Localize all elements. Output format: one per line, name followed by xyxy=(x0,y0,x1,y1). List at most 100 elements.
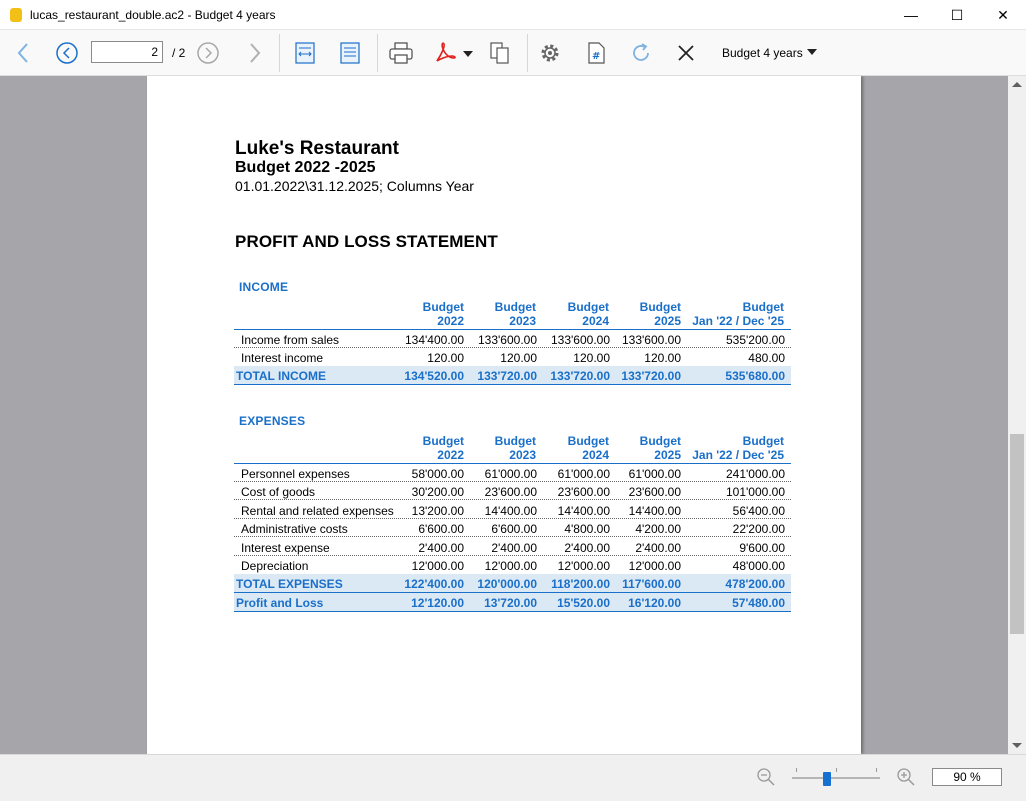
cell-value: 30'200.00 xyxy=(411,485,464,499)
report-subtitle: Budget 2022 -2025 xyxy=(235,159,376,176)
next-page-icon[interactable] xyxy=(194,39,222,67)
total-expenses-row: TOTAL EXPENSES 122'400.00 120'000.00 118… xyxy=(234,574,791,592)
cell-value: 12'120.00 xyxy=(411,596,464,610)
refresh-icon[interactable] xyxy=(627,39,655,67)
row-label: TOTAL INCOME xyxy=(236,369,326,383)
app-logo-icon xyxy=(10,8,22,22)
total-rule xyxy=(234,611,791,612)
cell-value: 22'200.00 xyxy=(732,522,785,536)
row-label: Administrative costs xyxy=(241,522,348,536)
cell-value: 48'000.00 xyxy=(732,559,785,573)
status-bar: 90 % xyxy=(0,754,1026,801)
fit-width-icon[interactable] xyxy=(291,39,319,67)
cell-value: 23'600.00 xyxy=(557,485,610,499)
pdf-dropdown-icon[interactable] xyxy=(463,51,473,57)
cell-value: 13'720.00 xyxy=(484,596,537,610)
cell-value: 101'000.00 xyxy=(725,485,785,499)
cell-value: 57'480.00 xyxy=(732,596,785,610)
fit-page-icon[interactable] xyxy=(336,39,364,67)
cell-value: 118'200.00 xyxy=(551,577,610,591)
row-label: Rental and related expenses xyxy=(241,504,394,518)
zoom-slider-thumb[interactable] xyxy=(823,772,831,786)
table-row: Income from sales 134'400.00 133'600.00 … xyxy=(234,330,791,348)
cell-value: 12'000.00 xyxy=(411,559,464,573)
zoom-slider-track[interactable] xyxy=(792,777,880,779)
copy-icon[interactable] xyxy=(486,39,514,67)
total-income-row: TOTAL INCOME 134'520.00 133'720.00 133'7… xyxy=(234,366,791,384)
profit-and-loss-row: Profit and Loss 12'120.00 13'720.00 15'5… xyxy=(234,593,791,611)
cell-value: 14'400.00 xyxy=(628,504,681,518)
cell-value: 9'600.00 xyxy=(739,541,785,555)
zoom-out-icon[interactable] xyxy=(756,767,776,792)
cell-value: 2'400.00 xyxy=(491,541,537,555)
scrollbar-thumb[interactable] xyxy=(1010,434,1024,634)
prev-page-icon[interactable] xyxy=(53,39,81,67)
maximize-button[interactable]: ☐ xyxy=(934,0,980,30)
cell-value: 120.00 xyxy=(500,351,537,365)
row-label: Income from sales xyxy=(241,333,340,347)
report-selector[interactable]: Budget 4 years xyxy=(722,46,803,60)
table-row: Personnel expenses 58'000.00 61'000.00 6… xyxy=(234,464,791,482)
cell-value: 6'600.00 xyxy=(491,522,537,536)
cell-value: 12'000.00 xyxy=(484,559,537,573)
settings-icon[interactable] xyxy=(536,39,564,67)
back-arrow-icon[interactable] xyxy=(10,39,38,67)
cell-value: 15'520.00 xyxy=(557,596,610,610)
cell-value: 4'800.00 xyxy=(564,522,610,536)
zoom-level-field[interactable]: 90 % xyxy=(932,768,1002,786)
slider-tick xyxy=(836,768,837,772)
close-icon[interactable] xyxy=(672,39,700,67)
cell-value: 12'000.00 xyxy=(628,559,681,573)
pdf-icon[interactable] xyxy=(431,39,459,67)
row-label: Interest income xyxy=(241,351,324,365)
row-label: TOTAL EXPENSES xyxy=(236,577,343,591)
cell-value: 241'000.00 xyxy=(725,467,785,481)
column-header: Budget Jan '22 / Dec '25 xyxy=(692,300,784,328)
cell-value: 120.00 xyxy=(644,351,681,365)
table-row: Interest expense 2'400.00 2'400.00 2'400… xyxy=(234,538,791,556)
cell-value: 478'200.00 xyxy=(725,577,785,591)
cell-value: 2'400.00 xyxy=(635,541,681,555)
income-section-label: INCOME xyxy=(239,280,289,294)
cell-value: 134'400.00 xyxy=(404,333,464,347)
cell-value: 6'600.00 xyxy=(418,522,464,536)
forward-arrow-icon[interactable] xyxy=(240,39,268,67)
page-number-input[interactable]: 2 xyxy=(91,41,163,63)
cell-value: 133'720.00 xyxy=(621,369,681,383)
dropdown-caret-icon[interactable] xyxy=(807,49,817,55)
cell-value: 117'600.00 xyxy=(622,577,681,591)
cell-value: 12'000.00 xyxy=(557,559,610,573)
table-row: Cost of goods 30'200.00 23'600.00 23'600… xyxy=(234,482,791,500)
cell-value: 2'400.00 xyxy=(418,541,464,555)
cell-value: 120.00 xyxy=(427,351,464,365)
close-window-button[interactable]: ✕ xyxy=(980,0,1026,30)
vertical-scrollbar[interactable] xyxy=(1008,76,1026,754)
print-icon[interactable] xyxy=(387,39,415,67)
svg-text:#: # xyxy=(592,51,600,62)
expenses-section-label: EXPENSES xyxy=(239,414,306,428)
title-bar: lucas_restaurant_double.ac2 - Budget 4 y… xyxy=(0,0,1026,30)
document-viewer[interactable]: Luke's Restaurant Budget 2022 -2025 01.0… xyxy=(0,76,1008,754)
cell-value: 14'400.00 xyxy=(557,504,610,518)
toolbar-divider xyxy=(377,34,378,72)
cell-value: 480.00 xyxy=(748,351,785,365)
scroll-up-icon[interactable] xyxy=(1012,82,1022,87)
cell-value: 56'400.00 xyxy=(732,504,785,518)
cell-value: 122'400.00 xyxy=(404,577,464,591)
statement-title: PROFIT AND LOSS STATEMENT xyxy=(235,232,498,251)
minimize-button[interactable]: — xyxy=(888,0,934,30)
row-label: Interest expense xyxy=(241,541,330,555)
page-total-label: / 2 xyxy=(172,46,186,60)
toolbar-divider xyxy=(279,34,280,72)
zoom-in-icon[interactable] xyxy=(896,767,916,792)
cell-value: 535'200.00 xyxy=(725,333,785,347)
scroll-down-icon[interactable] xyxy=(1012,743,1022,748)
cell-value: 13'200.00 xyxy=(411,504,464,518)
cell-value: 535'680.00 xyxy=(725,369,785,383)
report-page: Luke's Restaurant Budget 2022 -2025 01.0… xyxy=(147,76,861,754)
slider-tick xyxy=(876,768,877,772)
row-label: Depreciation xyxy=(241,559,309,573)
page-number-icon[interactable]: # xyxy=(582,39,610,67)
table-row: Administrative costs 6'600.00 6'600.00 4… xyxy=(234,519,791,537)
table-row: Rental and related expenses 13'200.00 14… xyxy=(234,501,791,519)
